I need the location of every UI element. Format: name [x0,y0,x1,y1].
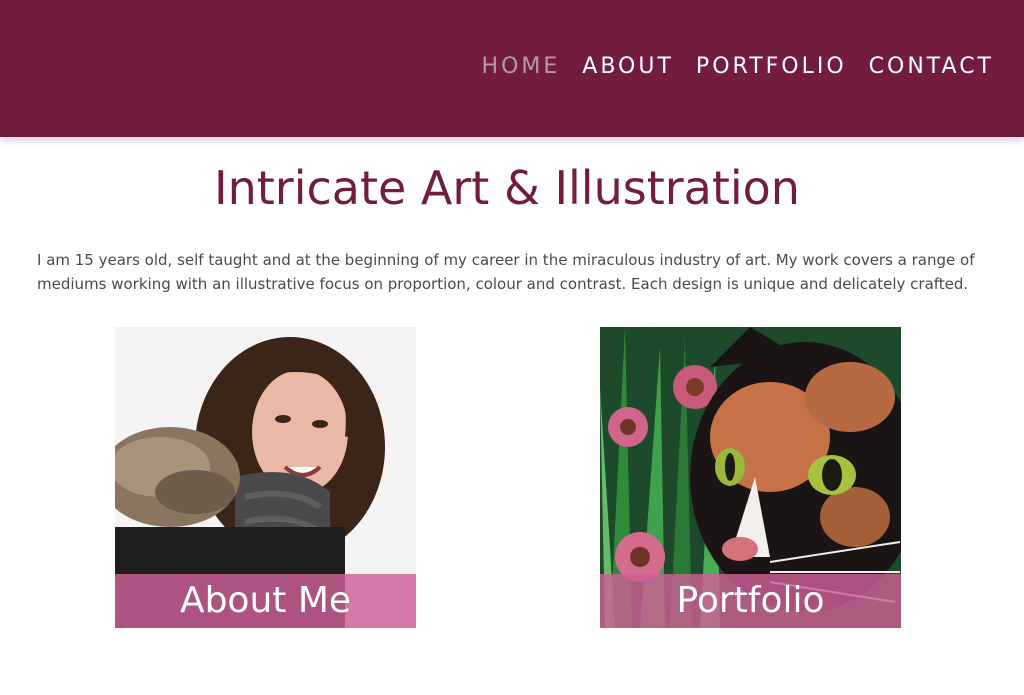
site-header: HOME ABOUT PORTFOLIO CONTACT [0,0,1024,137]
about-me-label: About Me [115,574,416,628]
about-me-card[interactable]: About Me [115,327,416,628]
nav-about-link[interactable]: ABOUT [582,52,674,82]
intro-text: I am 15 years old, self taught and at th… [37,251,975,293]
main-nav: HOME ABOUT PORTFOLIO CONTACT [482,52,994,82]
page-title: Intricate Art & Illustration [214,161,800,215]
nav-home-link[interactable]: HOME [482,52,561,82]
nav-contact-link[interactable]: CONTACT [869,52,994,82]
portfolio-label: Portfolio [600,574,901,628]
portfolio-card[interactable]: Portfolio [600,327,901,628]
nav-portfolio-link[interactable]: PORTFOLIO [696,52,847,82]
